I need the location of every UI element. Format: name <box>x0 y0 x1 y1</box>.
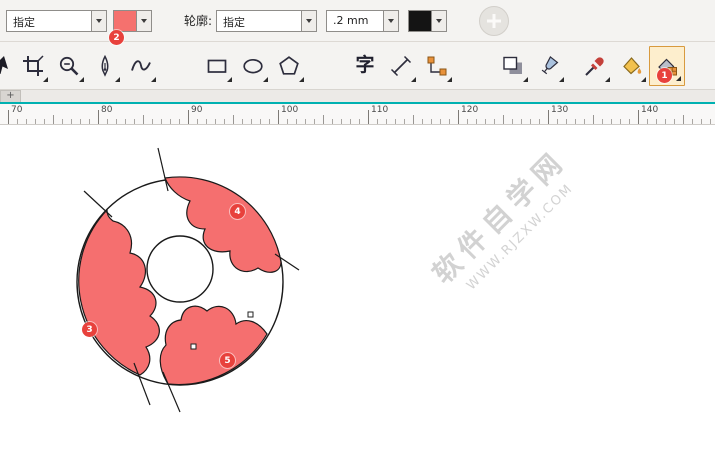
construction-line <box>84 191 112 217</box>
curve-node-handle[interactable] <box>191 344 196 349</box>
polygon-icon <box>278 55 300 77</box>
ruler-number: 80 <box>101 105 112 115</box>
chevron-down-icon[interactable] <box>136 11 151 31</box>
connector-icon <box>426 55 448 77</box>
fill-color-swatch[interactable] <box>114 11 136 31</box>
toolbar-separator <box>567 46 577 86</box>
eyedropper-icon <box>584 55 606 77</box>
paint-bucket-icon <box>620 55 642 77</box>
pick-cursor-icon <box>0 55 13 77</box>
drawing-layer <box>0 125 715 470</box>
curve-node-handle[interactable] <box>248 312 253 317</box>
polygon-tool[interactable] <box>271 46 307 86</box>
outline-style-value: 指定 <box>217 11 301 31</box>
zoom-out-tool[interactable] <box>51 46 87 86</box>
transparency-tool[interactable] <box>531 46 567 86</box>
chevron-down-glyph <box>141 19 147 23</box>
chevron-down-icon[interactable] <box>383 11 398 31</box>
ruler-number: 120 <box>461 105 478 115</box>
outline-width-dropdown[interactable]: .2 mm <box>326 10 399 32</box>
pen-tool[interactable] <box>87 46 123 86</box>
zoom-out-icon <box>58 55 80 77</box>
connector-tool[interactable] <box>419 46 455 86</box>
document-tab-strip: + <box>0 90 715 104</box>
text-tool-icon: 字 <box>355 56 374 75</box>
chevron-down-icon[interactable] <box>301 11 316 31</box>
transparency-glass-icon <box>538 55 560 77</box>
add-page-tab[interactable]: + <box>0 90 21 102</box>
add-button[interactable] <box>479 6 509 36</box>
document-canvas[interactable]: 软件自学网 WWW.RJZXW.COM 3 4 5 <box>0 125 715 470</box>
drop-shadow-tool[interactable] <box>495 46 531 86</box>
toolbar-separator <box>455 46 495 86</box>
fill-style-dropdown[interactable]: 指定 <box>6 10 107 32</box>
callout-badge-1: 1 <box>657 68 672 83</box>
toolbar-separator <box>159 46 199 86</box>
property-bar: 指定 轮廓: 指定 .2 mm <box>0 0 715 42</box>
freehand-tool[interactable] <box>123 46 159 86</box>
ruler-number: 130 <box>551 105 568 115</box>
dimension-tool[interactable] <box>383 46 419 86</box>
smart-fill-tool[interactable] <box>613 46 649 86</box>
ruler-number: 90 <box>191 105 202 115</box>
outline-color-picker[interactable] <box>408 10 447 32</box>
chevron-down-glyph <box>306 19 312 23</box>
text-tool[interactable]: 字 <box>347 46 383 86</box>
ruler-number: 140 <box>641 105 658 115</box>
freehand-curve-icon <box>130 55 152 77</box>
rectangle-tool[interactable] <box>199 46 235 86</box>
horizontal-ruler: 70 80 90 100 110 120 130 140 <box>0 104 715 125</box>
fill-color-picker[interactable] <box>113 10 152 32</box>
chevron-down-icon[interactable] <box>91 11 106 31</box>
callout-badge-2: 2 <box>109 30 124 45</box>
ruler-number: 70 <box>11 105 22 115</box>
toolbar-separator <box>307 46 347 86</box>
chevron-down-glyph <box>436 19 442 23</box>
crop-tool[interactable] <box>15 46 51 86</box>
rectangle-icon <box>206 55 228 77</box>
pick-tool[interactable] <box>0 46 15 86</box>
ruler-number: 110 <box>371 105 388 115</box>
ellipse-tool[interactable] <box>235 46 271 86</box>
color-eyedropper-tool[interactable] <box>577 46 613 86</box>
callout-badge-5: 5 <box>220 353 235 368</box>
toolbox: 字 <box>0 42 715 90</box>
outline-color-swatch[interactable] <box>409 11 431 31</box>
ruler-major-ticks <box>8 110 715 124</box>
app-window: 指定 轮廓: 指定 .2 mm <box>0 0 715 470</box>
drop-shadow-icon <box>502 55 524 77</box>
dimension-icon <box>390 55 412 77</box>
crop-icon <box>22 55 44 77</box>
ruler-number: 100 <box>281 105 298 115</box>
inner-circle-shape[interactable] <box>147 236 213 302</box>
outline-label: 轮廓: <box>184 12 212 29</box>
callout-badge-4: 4 <box>230 204 245 219</box>
outline-width-value: .2 mm <box>327 11 383 31</box>
ellipse-icon <box>242 55 264 77</box>
chevron-down-icon[interactable] <box>431 11 446 31</box>
callout-badge-3: 3 <box>82 322 97 337</box>
fill-style-value: 指定 <box>7 11 91 31</box>
chevron-down-glyph <box>96 19 102 23</box>
pen-nib-icon <box>94 55 116 77</box>
chevron-down-glyph <box>388 19 394 23</box>
outline-style-dropdown[interactable]: 指定 <box>216 10 317 32</box>
